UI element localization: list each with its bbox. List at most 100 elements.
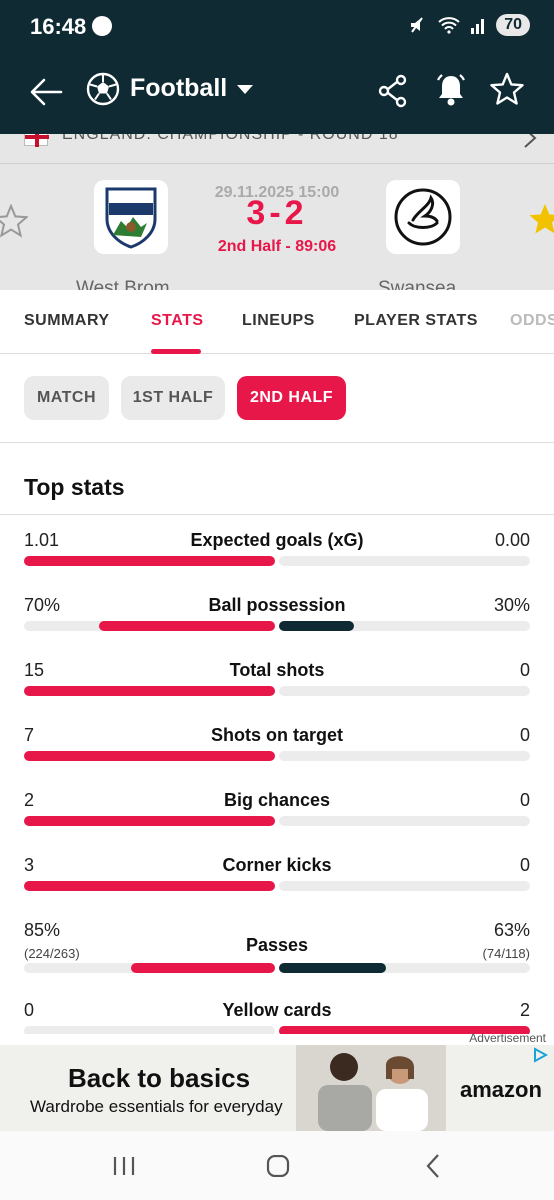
notification-bell-icon[interactable] [434,72,468,108]
stat-away-value: 30% [493,595,530,615]
share-icon[interactable] [378,74,408,108]
stat-name: Yellow cards [222,1000,332,1020]
home-bar-track [24,881,275,891]
tab-lineups[interactable]: LINEUPS [242,312,315,330]
home-team-name[interactable]: West Brom [76,278,170,290]
tab-summary[interactable]: SUMMARY [24,312,110,330]
stat-away-value: 0 [519,855,530,875]
home-bar-fill [24,816,275,826]
league-bar[interactable]: ENGLAND: CHAMPIONSHIP - ROUND 18 [0,134,554,164]
home-bar-track [24,686,275,696]
home-bar-track [24,556,275,566]
back-icon[interactable] [424,1153,442,1179]
ad-label: Advertisement [469,1031,546,1045]
stat-away-value: 0.00 [494,530,530,550]
stat-row: 1.01 Expected goals (xG) 0.00 [0,530,554,590]
home-bar-fill [130,963,275,973]
wifi-icon [438,17,460,34]
back-arrow-icon[interactable] [28,74,64,110]
tab-odds[interactable]: ODDS [510,312,554,330]
system-nav-bar [0,1131,554,1200]
match-header: ENGLAND: CHAMPIONSHIP - ROUND 18 29.11.2… [0,134,554,290]
away-bar-track [279,556,530,566]
period-first-half-button[interactable]: 1ST HALF [121,376,225,420]
home-bar-fill [24,686,275,696]
stat-row: 15 Total shots 0 [0,660,554,720]
stat-away-detail: (74/118) [482,946,530,961]
battery-indicator: 70 [496,14,530,36]
app-bar: Football [0,54,554,134]
stat-name: Ball possession [208,595,346,615]
stat-row: 70% Ball possession 30% [0,595,554,655]
period-selector: MATCH 1ST HALF 2ND HALF [0,355,554,443]
favorite-star-icon[interactable] [490,72,524,106]
messenger-icon [92,16,112,36]
stat-name: Corner kicks [222,855,332,875]
stat-row: 3 Corner kicks 0 [0,855,554,915]
section-title: Top stats [24,474,125,500]
away-favorite-star-icon[interactable] [528,202,554,236]
home-bar-track [24,1026,275,1034]
match-tabs: SUMMARY STATS LINEUPS PLAYER STATS ODDS [0,290,554,354]
recent-apps-icon[interactable] [112,1155,136,1177]
tab-stats[interactable]: STATS [151,312,204,330]
divider [0,514,554,515]
england-flag-icon [24,134,49,147]
signal-icon [471,19,485,34]
stat-name: Expected goals (xG) [190,530,364,550]
stat-away-value: 0 [519,725,530,745]
away-team-logo[interactable] [386,180,460,254]
stat-away-value: 63% [493,920,530,940]
home-bar-fill [99,621,275,631]
stat-away-value: 0 [519,790,530,810]
stat-away-value: 0 [519,660,530,680]
away-bar-track [279,751,530,761]
home-bar-fill [24,556,275,566]
away-bar-fill [279,963,386,973]
away-bar-track [279,816,530,826]
home-bar-track [24,751,275,761]
stat-name: Big chances [223,790,331,810]
stat-name: Shots on target [210,725,343,745]
away-bar-track [279,621,530,631]
adchoices-icon[interactable] [532,1047,548,1063]
football-icon [86,72,120,106]
ad-subline: Wardrobe essentials for everyday [30,1097,283,1116]
away-team-name[interactable]: Swansea [378,278,456,290]
league-title: ENGLAND: CHAMPIONSHIP - ROUND 18 [62,134,399,143]
home-bar-fill [24,751,275,761]
mute-icon [411,17,424,33]
sport-title[interactable]: Football [130,74,227,103]
advertisement-banner[interactable]: Back to basics Wardrobe essentials for e… [0,1045,554,1131]
ad-brand: amazon [460,1077,542,1102]
home-bar-track [24,621,275,631]
ad-models-image [296,1045,446,1131]
home-bar-track [24,963,275,973]
match-status: 2nd Half - 89:06 [217,238,337,255]
stat-name: Total shots [229,660,325,680]
period-second-half-button[interactable]: 2ND HALF [237,376,346,420]
match-score: 3-2 [246,194,308,232]
status-bar: 16:48 70 [0,0,554,54]
active-tab-indicator [151,349,201,354]
home-bar-track [24,816,275,826]
away-bar-fill [279,621,355,631]
tab-player-stats[interactable]: PLAYER STATS [354,312,478,330]
chevron-right-icon [524,134,537,148]
chevron-down-icon[interactable] [236,84,254,96]
away-bar-track [279,686,530,696]
stat-row: 2 Big chances 0 [0,790,554,850]
stat-row: 85% (224/263) Passes 63% (74/118) [0,920,554,980]
period-match-button[interactable]: MATCH [24,376,109,420]
swansea-crest-icon [394,188,452,246]
status-time: 16:48 [30,14,87,39]
stat-away-value: 2 [519,1000,530,1020]
stat-row: 0 Yellow cards 2 [0,1000,554,1034]
status-icons: 70 [408,14,530,36]
away-bar-track [279,881,530,891]
home-icon[interactable] [266,1155,290,1177]
home-bar-fill [24,881,275,891]
stat-row: 7 Shots on target 0 [0,725,554,785]
stat-name: Passes [245,935,309,955]
away-bar-track [279,963,530,973]
